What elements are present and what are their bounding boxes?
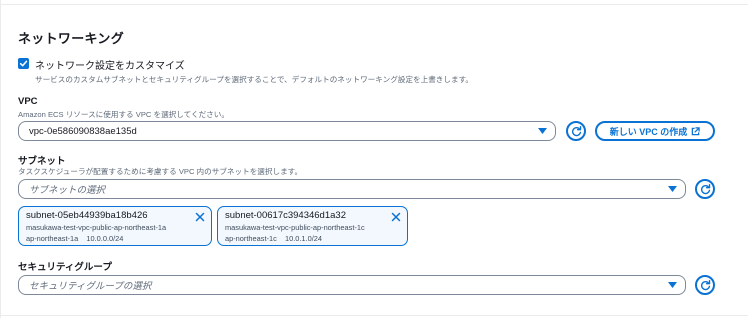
vpc-label: VPC [18,96,38,107]
subnet-token: subnet-05eb44939ba18b426 masukawa-test-v… [18,206,212,246]
vpc-refresh-button[interactable] [566,121,586,141]
refresh-icon [700,183,710,194]
subnet-token-name: masukawa-test-vpc-public-ap-northeast-1a [26,223,167,232]
customize-network-checkbox-row[interactable]: ネットワーク設定をカスタマイズ サービスのカスタムサブネットとセキュリティグルー… [18,57,473,85]
checkmark-icon [19,60,28,67]
close-icon [391,212,401,222]
create-vpc-label: 新しい VPC の作成 [609,126,688,137]
security-group-refresh-button[interactable] [695,275,715,295]
remove-subnet-button[interactable] [194,210,206,222]
section-title: ネットワーキング [18,31,125,46]
close-icon [195,212,205,222]
subnet-token-name: masukawa-test-vpc-public-ap-northeast-1c [225,223,365,232]
left-divider [0,0,1,318]
subnet-refresh-button[interactable] [695,179,715,199]
security-group-select-placeholder: セキュリティグループの選択 [29,281,152,292]
security-group-label: セキュリティグループ [18,262,112,273]
vpc-select[interactable]: vpc-0e586090838ae135d [18,121,556,141]
subnet-token-cidr: 10.0.0.0/24 [86,234,124,243]
refresh-icon [571,125,581,136]
subnet-token-id: subnet-00617c394346d1a32 [225,210,346,221]
top-divider [0,4,748,5]
subnet-label: サブネット [18,156,66,167]
vpc-select-value: vpc-0e586090838ae135d [29,125,137,137]
subnet-select-placeholder: サブネットの選択 [29,185,106,196]
external-link-icon [691,126,700,135]
subnet-description: タスクスケジューラが配置するために考慮する VPC 内のサブネットを選択します。 [18,167,303,176]
caret-down-icon [667,184,677,194]
customize-network-label: ネットワーク設定をカスタマイズ [35,61,185,72]
subnet-token-cidr: 10.0.1.0/24 [284,234,322,243]
subnet-select[interactable]: サブネットの選択 [18,179,686,199]
customize-network-description: サービスのカスタムサブネットとセキュリティグループを選択することで、デフォルトの… [35,75,473,84]
create-vpc-button[interactable]: 新しい VPC の作成 [595,121,715,141]
remove-subnet-button[interactable] [390,210,402,222]
bottom-divider [0,315,748,316]
caret-down-icon [537,126,547,136]
vpc-description: Amazon ECS リソースに使用する VPC を選択してください。 [18,110,229,119]
subnet-token-id: subnet-05eb44939ba18b426 [26,210,148,221]
subnet-token-az: ap-northeast-1a [26,234,79,243]
subnet-token-az: ap-northeast-1c [225,234,277,243]
subnet-token: subnet-00617c394346d1a32 masukawa-test-v… [217,206,408,246]
customize-network-checkbox[interactable] [18,58,29,69]
caret-down-icon [667,280,677,290]
refresh-icon [700,279,710,290]
security-group-select[interactable]: セキュリティグループの選択 [18,275,686,295]
